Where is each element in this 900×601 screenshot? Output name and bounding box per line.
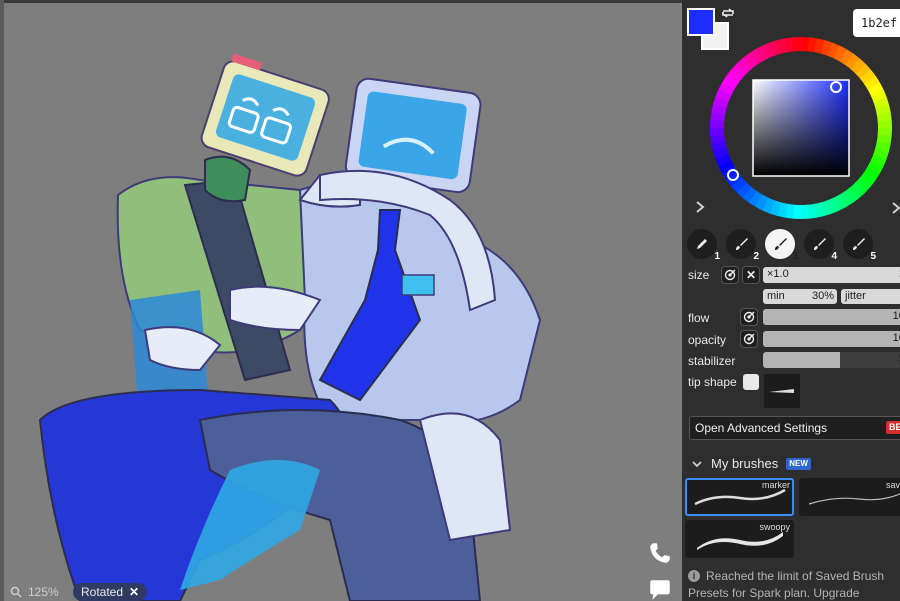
opacity-pressure-toggle[interactable] — [740, 330, 758, 348]
rotated-badge[interactable]: Rotated ✕ — [73, 583, 148, 601]
tip-shape-checkbox[interactable] — [743, 374, 759, 390]
brush-icon — [775, 238, 787, 250]
pressure-icon — [743, 311, 755, 323]
color-wheel[interactable] — [706, 33, 896, 223]
preset-marker[interactable]: marker — [685, 478, 794, 516]
tip-shape-icon — [769, 389, 794, 393]
brush-icon — [736, 238, 748, 250]
preset-limit-notice: i Reached the limit of Saved Brush Preset… — [688, 569, 885, 600]
chevron-right-icon[interactable] — [693, 200, 707, 214]
info-icon: i — [688, 570, 700, 582]
tip-shape-preview[interactable] — [764, 374, 800, 408]
size-slider[interactable]: ×1.0 12 — [763, 267, 900, 283]
brush-slot-3[interactable]: 3 — [765, 229, 798, 262]
open-advanced-settings-button[interactable]: Open Advanced Settings — [689, 416, 900, 440]
pen-icon — [697, 239, 707, 249]
stroke-preview — [808, 493, 900, 505]
brush-slot-4[interactable]: 4 — [804, 229, 837, 262]
opacity-slider[interactable]: 100 — [763, 331, 900, 347]
brush-slot-2[interactable]: 2 — [726, 229, 759, 262]
pressure-icon — [743, 333, 755, 345]
opacity-label: opacity — [688, 333, 727, 347]
chevron-down-icon — [692, 460, 702, 467]
new-badge: NEW — [786, 457, 811, 470]
primary-color-swatch[interactable] — [687, 8, 715, 36]
flow-slider-fill — [763, 309, 900, 325]
flow-pressure-toggle[interactable] — [740, 308, 758, 326]
beta-badge: BE — [886, 421, 900, 434]
pressure-icon — [724, 269, 736, 281]
brush-slot-5[interactable]: 5 — [843, 229, 876, 262]
brush-slots: 1 2 3 4 5 — [687, 229, 876, 262]
preset-swoopy[interactable]: swoopy — [685, 520, 794, 558]
my-brushes-header[interactable]: My brushes NEW — [691, 456, 811, 471]
drawing-canvas[interactable]: 125% Rotated ✕ — [0, 0, 682, 601]
phone-icon[interactable] — [647, 540, 673, 566]
flow-label: flow — [688, 311, 710, 325]
size-multiplier-close-icon[interactable]: ✕ — [742, 266, 760, 284]
brush-slot-1[interactable]: 1 — [687, 229, 720, 262]
min-size-field[interactable]: min 30% — [763, 289, 837, 304]
collapse-arrow-icon[interactable] — [891, 201, 900, 215]
chat-icon[interactable] — [647, 577, 673, 601]
jitter-field[interactable]: jitter 0 — [841, 289, 900, 304]
zoom-indicator[interactable]: 125% — [10, 584, 59, 600]
stabilizer-slider-fill — [763, 352, 840, 368]
zoom-level: 125% — [28, 585, 59, 599]
rotated-label: Rotated — [81, 585, 124, 599]
opacity-slider-fill — [763, 331, 900, 347]
brush-icon — [814, 238, 826, 250]
stabilizer-label: stabilizer — [688, 354, 736, 368]
size-label: size — [688, 268, 710, 282]
preset-save[interactable]: save — [799, 478, 900, 516]
reset-rotation-icon[interactable]: ✕ — [129, 585, 139, 599]
zoom-icon — [10, 586, 22, 598]
brush-color-panel: 1b2ef 1 2 3 4 5 size ✕ ×1.0 min 30% jitt… — [682, 0, 900, 601]
artwork-drawing — [38, 53, 542, 601]
stabilizer-slider[interactable]: 50 — [763, 352, 900, 368]
tip-shape-label: tip shape — [688, 375, 737, 389]
size-pressure-toggle[interactable] — [721, 266, 739, 284]
flow-slider[interactable]: 100 — [763, 309, 900, 325]
swap-colors-icon[interactable] — [720, 5, 736, 21]
brush-icon — [853, 238, 865, 250]
